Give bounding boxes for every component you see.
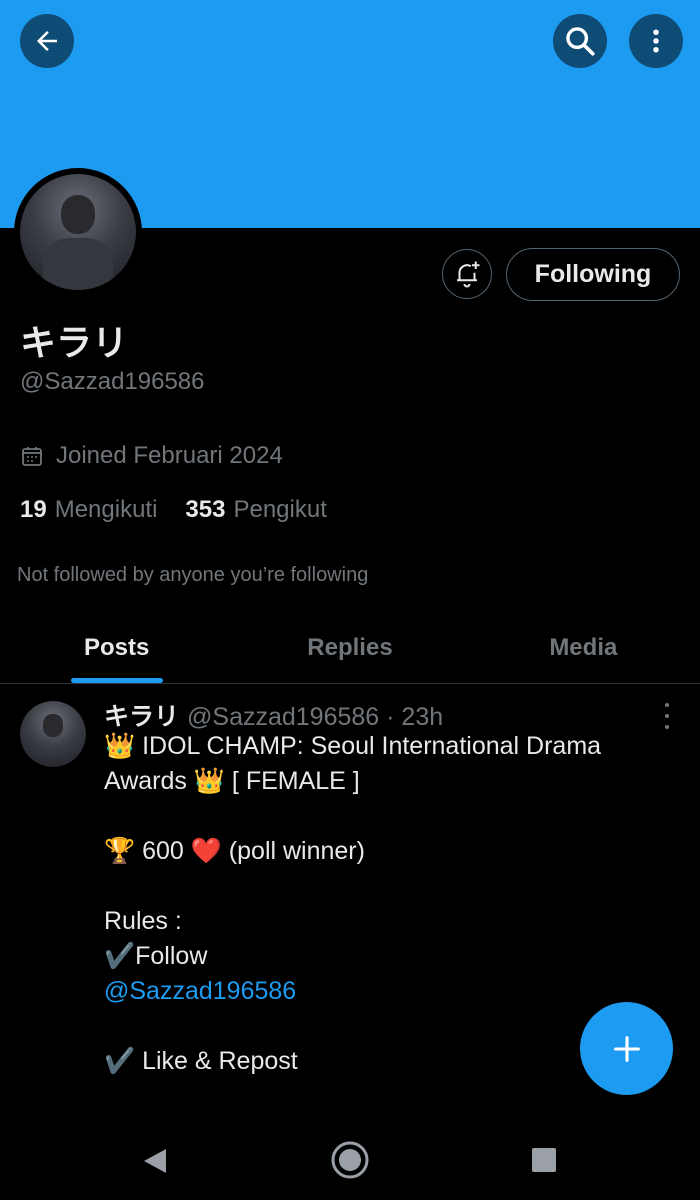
calendar-icon	[22, 447, 42, 466]
followers-count: 353	[185, 496, 226, 523]
following-stat[interactable]: 19 Mengikuti	[20, 496, 157, 524]
bell-plus-icon	[457, 261, 480, 288]
more-options-button[interactable]	[629, 14, 683, 68]
system-home-button[interactable]	[330, 1140, 370, 1180]
system-nav-bar	[0, 1120, 700, 1200]
following-label: Mengikuti	[54, 496, 158, 523]
post-line	[104, 799, 664, 834]
tab-media[interactable]: Media	[467, 612, 700, 683]
square-recents-icon	[532, 1148, 556, 1172]
back-button[interactable]	[20, 14, 74, 68]
dot-icon	[665, 714, 669, 718]
post-avatar[interactable]	[20, 701, 86, 767]
search-icon	[566, 27, 595, 56]
post-meta: @Sazzad196586 · 23h	[187, 703, 444, 731]
arrow-left-icon	[37, 31, 57, 51]
display-name: キラリ	[20, 323, 129, 364]
system-recents-button[interactable]	[530, 1146, 558, 1174]
following-count: 19	[20, 496, 47, 523]
following-button[interactable]: Following	[506, 248, 680, 301]
post-line: ✔️Follow	[104, 942, 208, 970]
joined-text: Joined Februari 2024	[56, 442, 283, 469]
avatar-image	[20, 701, 86, 767]
follow-stats: 19 Mengikuti 353 Pengikut	[20, 496, 355, 524]
plus-icon	[613, 1035, 640, 1062]
followers-label: Pengikut	[233, 496, 327, 523]
tab-posts[interactable]: Posts	[0, 612, 233, 683]
post-line: Awards 👑 [ FEMALE ]	[104, 767, 360, 795]
post-line	[104, 869, 664, 904]
mutual-followers-note: Not followed by anyone you’re following	[17, 564, 369, 586]
profile-avatar[interactable]	[14, 168, 142, 296]
tab-replies[interactable]: Replies	[233, 612, 466, 683]
avatar-image	[20, 174, 136, 290]
dot-icon	[665, 725, 669, 729]
more-vertical-icon	[653, 29, 659, 53]
post-line: 🏆 600 ❤️ (poll winner)	[104, 837, 365, 865]
compose-button[interactable]	[580, 1002, 673, 1095]
profile-handle: @Sazzad196586	[20, 368, 205, 395]
circle-home-icon	[331, 1141, 369, 1179]
post-text: 👑 IDOL CHAMP: Seoul International Drama …	[104, 729, 664, 1079]
post-author-name[interactable]: キラリ	[104, 697, 179, 733]
joined-date: Joined Februari 2024	[20, 442, 283, 470]
post-mention-link[interactable]: @Sazzad196586	[104, 974, 664, 1009]
post-line: 👑 IDOL CHAMP: Seoul International Drama	[104, 732, 602, 760]
post-line: Rules :	[104, 907, 182, 935]
notify-button[interactable]	[442, 249, 492, 299]
dot-icon	[665, 703, 669, 707]
post-more-button[interactable]	[658, 703, 676, 729]
search-button[interactable]	[553, 14, 607, 68]
post-header: キラリ @Sazzad196586 · 23h	[104, 697, 443, 733]
triangle-back-icon	[144, 1149, 166, 1173]
system-back-button[interactable]	[138, 1144, 172, 1178]
followers-stat[interactable]: 353 Pengikut	[185, 496, 326, 524]
profile-tabs: Posts Replies Media	[0, 612, 700, 684]
